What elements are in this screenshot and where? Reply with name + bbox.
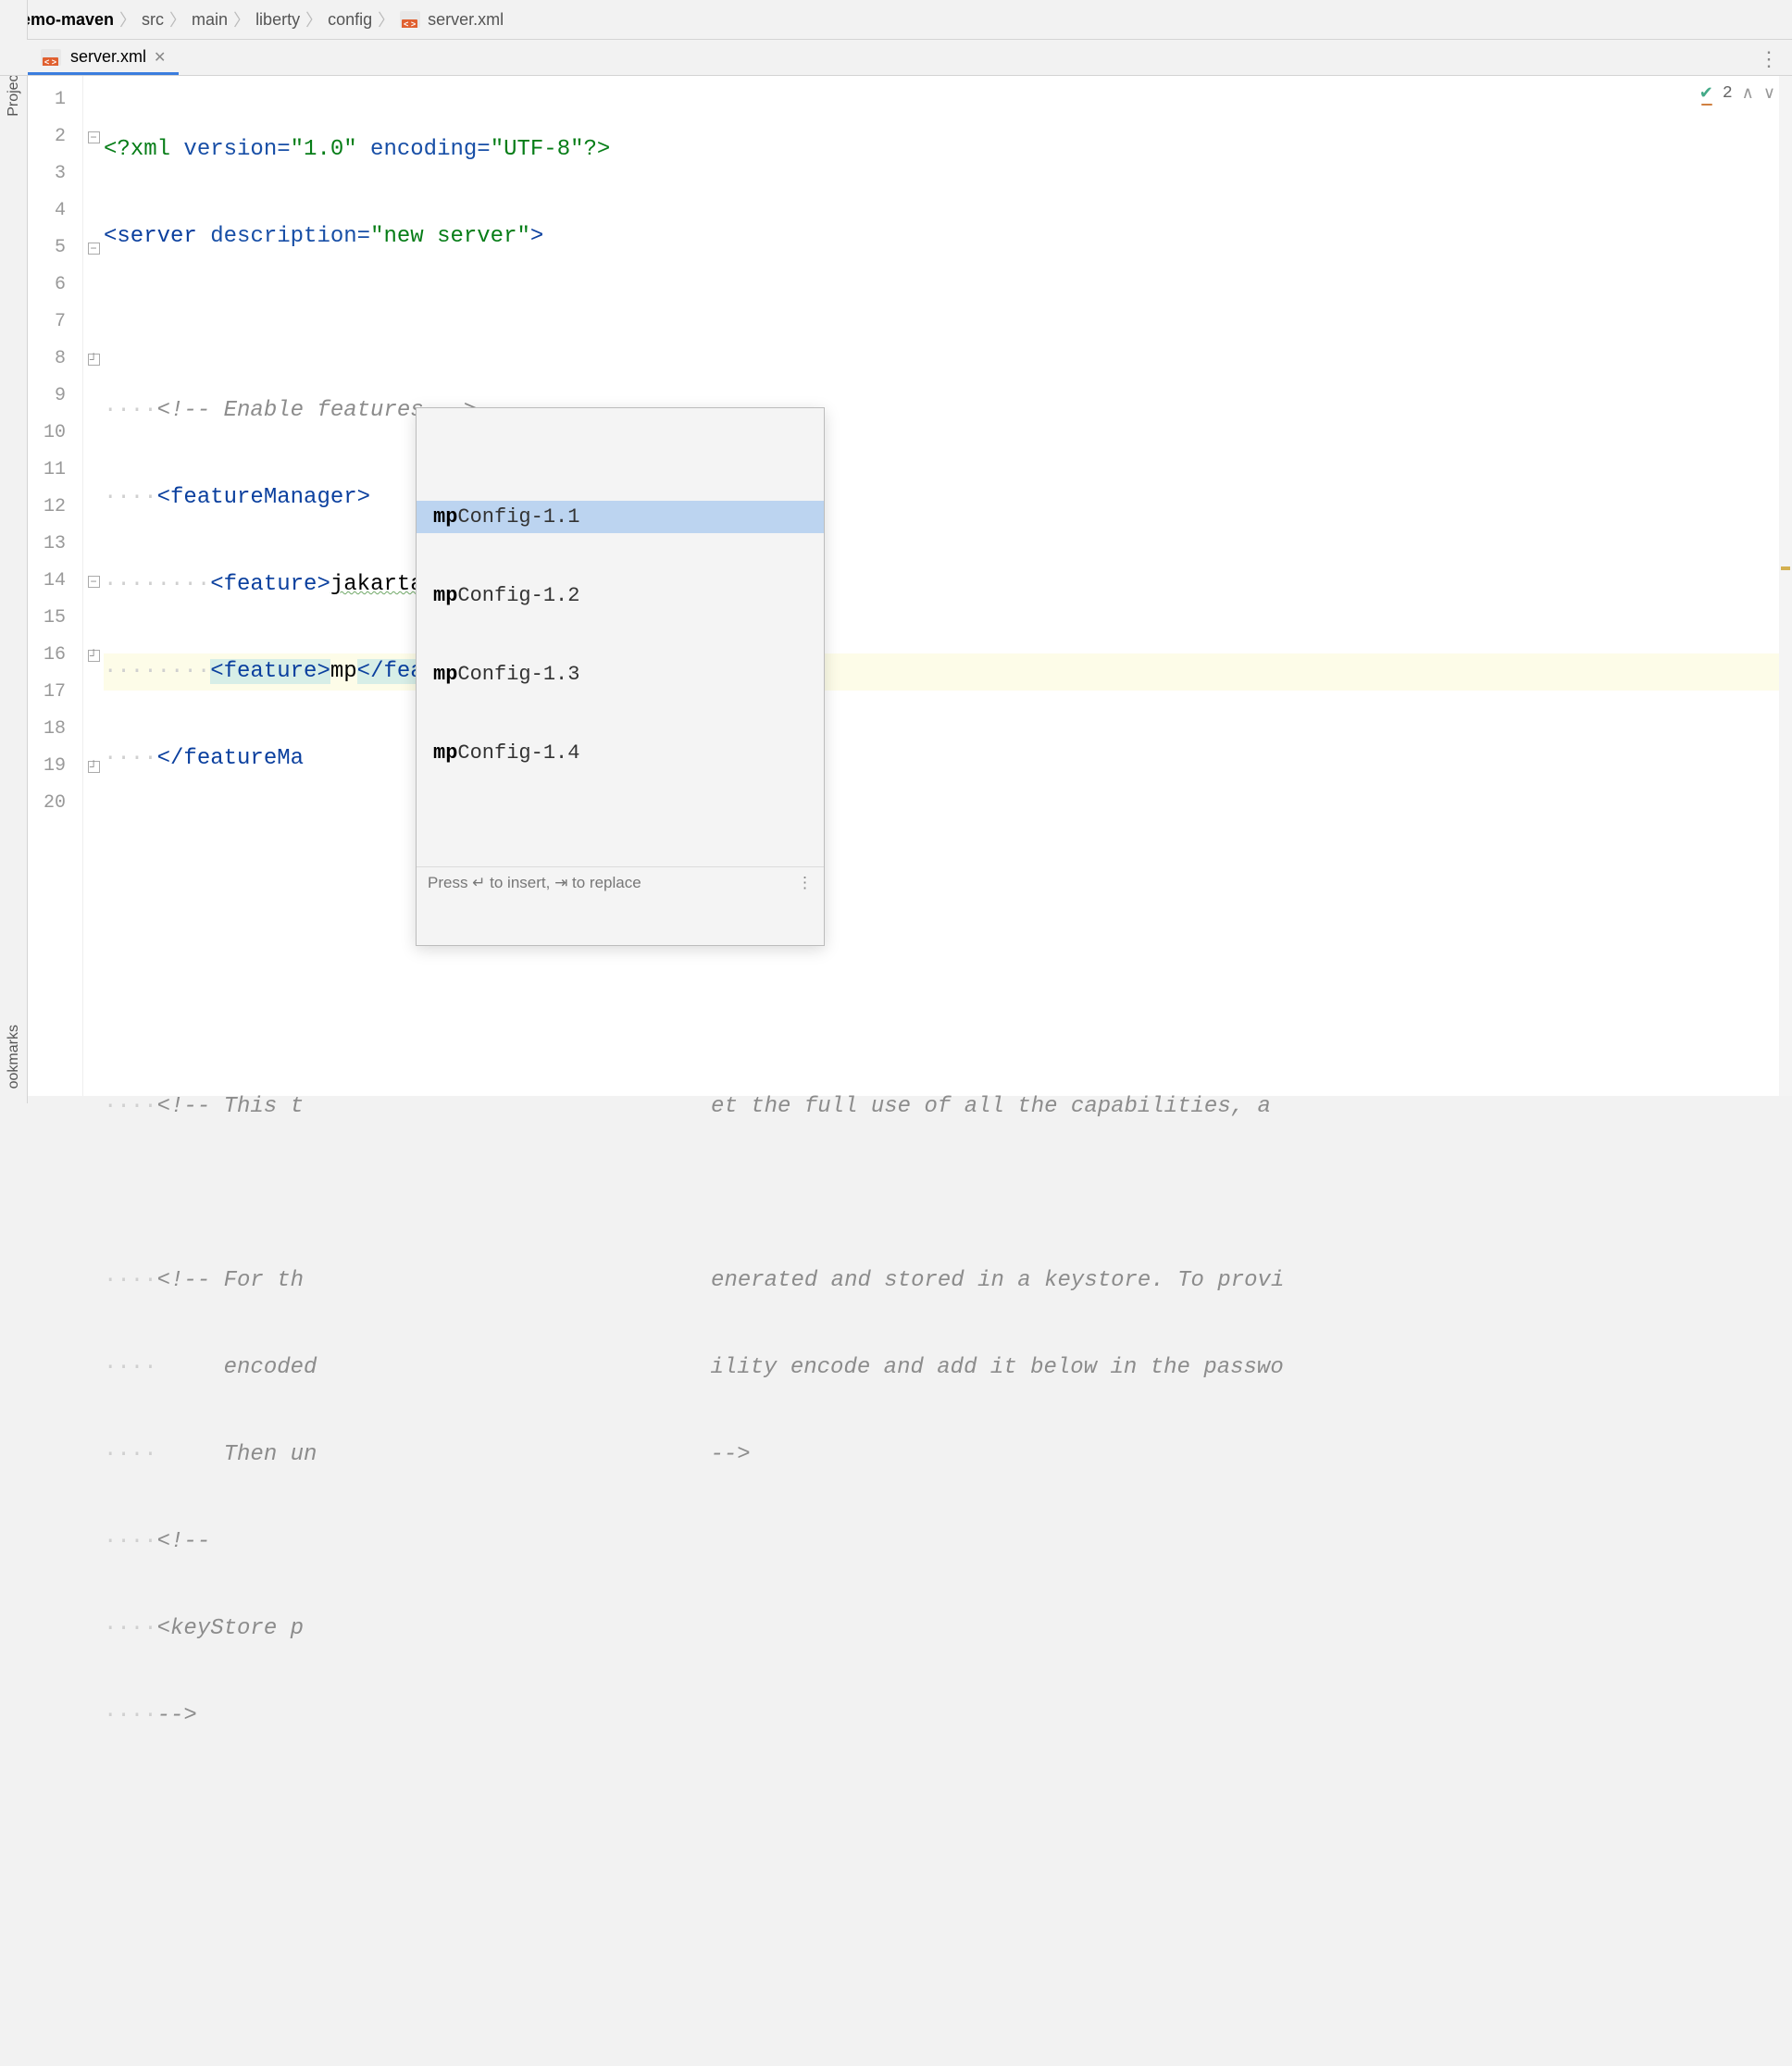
autocomplete-list: mpConfig-1.1 mpConfig-1.2 mpConfig-1.3 m… xyxy=(417,454,824,820)
project-tool-label[interactable]: Project xyxy=(6,70,22,117)
inspection-widget[interactable]: ✔ 2 ∧ ∨ xyxy=(1699,83,1775,104)
line-gutter: 1 2 3 4 5 6 7 8 9 10 11 12 13 14 15 16 1… xyxy=(28,76,83,1096)
tab-overflow-icon[interactable]: ⋮ xyxy=(1759,47,1779,71)
code-line: ····--> xyxy=(104,1698,1792,1735)
breadcrumb-file[interactable]: server.xml xyxy=(428,10,504,30)
fold-toggle-icon[interactable]: − xyxy=(88,576,100,588)
code-line xyxy=(104,828,1792,865)
autocomplete-item[interactable]: mpConfig-2.0 xyxy=(417,815,824,820)
line-number[interactable]: 18 xyxy=(28,711,66,748)
code-line xyxy=(104,915,1792,952)
line-number[interactable]: 6 xyxy=(28,267,66,304)
inspection-check-icon: ✔ xyxy=(1699,83,1713,104)
line-number[interactable]: 9 xyxy=(28,378,66,415)
sidebar-left: ▪ Project ookmarks xyxy=(0,0,28,1103)
fold-end-icon[interactable]: ┘ xyxy=(88,650,100,662)
line-number[interactable]: 11 xyxy=(28,452,66,489)
close-icon[interactable]: ✕ xyxy=(154,48,166,67)
xml-file-icon xyxy=(41,49,61,66)
autocomplete-hint: Press ↵ to insert, ⇥ to replace xyxy=(428,874,641,892)
breadcrumb-main[interactable]: main xyxy=(192,10,228,30)
scrollbar[interactable] xyxy=(1779,76,1792,1096)
autocomplete-item[interactable]: mpConfig-1.4 xyxy=(417,737,824,769)
code-line xyxy=(104,1785,1792,1822)
code-line xyxy=(104,1176,1792,1213)
fold-gutter: − − ┘ − ┘ ┘ xyxy=(83,76,104,1096)
bookmarks-tool-label[interactable]: ookmarks xyxy=(6,1025,22,1089)
code-line: ····<!-- For thenerated and stored in a … xyxy=(104,1263,1792,1300)
autocomplete-item[interactable]: mpConfig-1.3 xyxy=(417,658,824,691)
line-number[interactable]: 19 xyxy=(28,748,66,785)
autocomplete-popup: mpConfig-1.1 mpConfig-1.2 mpConfig-1.3 m… xyxy=(416,407,825,946)
chevron-right-icon: 〉 xyxy=(119,7,136,31)
code-line-current: ········<feature>mp</feature> xyxy=(104,653,1792,691)
line-number[interactable]: 12 xyxy=(28,489,66,526)
line-number[interactable]: 3 xyxy=(28,156,66,193)
breadcrumb: demo-maven 〉 src 〉 main 〉 liberty 〉 conf… xyxy=(0,0,1792,40)
code-line: ····<!-- This tet the full use of all th… xyxy=(104,1089,1792,1126)
line-number[interactable]: 5 xyxy=(28,230,66,267)
fold-end-icon[interactable]: ┘ xyxy=(88,354,100,366)
line-number[interactable]: 7 xyxy=(28,304,66,341)
code-line: ····</featureMa xyxy=(104,741,1792,778)
fold-toggle-icon[interactable]: − xyxy=(88,243,100,255)
line-number[interactable]: 15 xyxy=(28,600,66,637)
fold-end-icon[interactable]: ┘ xyxy=(88,761,100,773)
nav-down-icon[interactable]: ∨ xyxy=(1763,83,1775,104)
code-line: ····<!-- Enable features --> xyxy=(104,392,1792,429)
autocomplete-item[interactable]: mpConfig-1.2 xyxy=(417,579,824,612)
fold-toggle-icon[interactable]: − xyxy=(88,131,100,143)
editor-tab-bar: server.xml ✕ ⋮ xyxy=(0,40,1792,76)
code-line: <server description="new server"> xyxy=(104,218,1792,255)
breadcrumb-config[interactable]: config xyxy=(328,10,372,30)
line-number[interactable]: 4 xyxy=(28,193,66,230)
line-number[interactable]: 13 xyxy=(28,526,66,563)
chevron-right-icon: 〉 xyxy=(378,7,394,31)
line-number[interactable]: 16 xyxy=(28,637,66,674)
code-line xyxy=(104,1002,1792,1039)
chevron-right-icon: 〉 xyxy=(305,7,322,31)
line-number[interactable]: 1 xyxy=(28,81,66,118)
code-line: ····<keyStore p xyxy=(104,1611,1792,1648)
line-number[interactable]: 8 xyxy=(28,341,66,378)
autocomplete-item[interactable]: mpConfig-1.1 xyxy=(417,501,824,533)
code-line: <?xml version="1.0" encoding="UTF-8"?> xyxy=(104,131,1792,168)
inspection-count: 2 xyxy=(1723,84,1733,103)
line-number[interactable]: 17 xyxy=(28,674,66,711)
nav-up-icon[interactable]: ∧ xyxy=(1742,83,1754,104)
autocomplete-footer: Press ↵ to insert, ⇥ to replace ⋮ xyxy=(417,866,824,899)
editor-area: 1 2 3 4 5 6 7 8 9 10 11 12 13 14 15 16 1… xyxy=(28,76,1792,1096)
code-line: ···· Then un--> xyxy=(104,1437,1792,1474)
line-number[interactable]: 2 xyxy=(28,118,66,156)
code-line: ····<featureManager> xyxy=(104,479,1792,516)
code-line: ········<feature>jakartaee-9.1</feature> xyxy=(104,566,1792,604)
autocomplete-more-icon[interactable]: ⋮ xyxy=(797,874,813,892)
breadcrumb-src[interactable]: src xyxy=(142,10,164,30)
tab-server-xml[interactable]: server.xml ✕ xyxy=(28,40,179,75)
code-editor[interactable]: <?xml version="1.0" encoding="UTF-8"?> <… xyxy=(104,76,1792,1096)
breadcrumb-liberty[interactable]: liberty xyxy=(255,10,300,30)
code-line: ····<!-- xyxy=(104,1524,1792,1561)
line-number[interactable]: 10 xyxy=(28,415,66,452)
tab-label: server.xml xyxy=(70,47,146,67)
xml-file-icon xyxy=(400,11,420,28)
scroll-marker xyxy=(1781,566,1790,570)
line-number[interactable]: 14 xyxy=(28,563,66,600)
code-line xyxy=(104,305,1792,342)
code-line: ···· encodedility encode and add it belo… xyxy=(104,1350,1792,1387)
line-number[interactable]: 20 xyxy=(28,785,66,822)
chevron-right-icon: 〉 xyxy=(233,7,250,31)
chevron-right-icon: 〉 xyxy=(169,7,186,31)
